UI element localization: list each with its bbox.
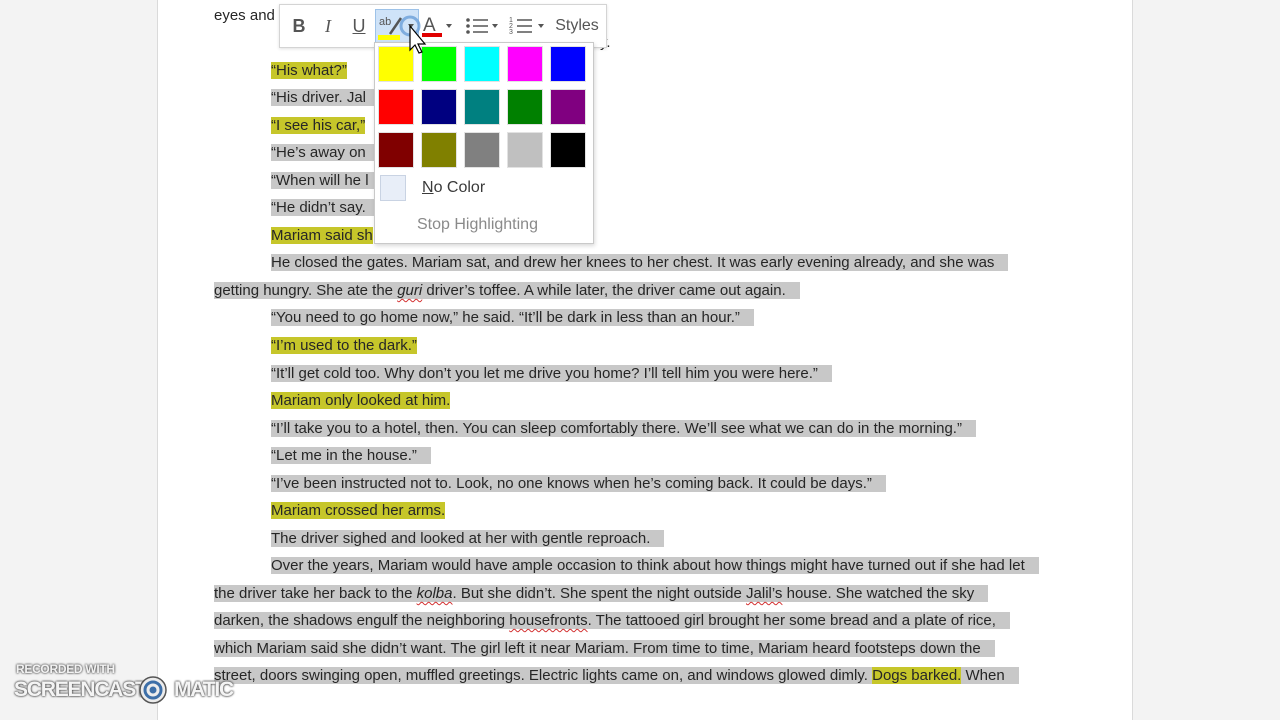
color-swatch[interactable] <box>421 89 457 125</box>
numbered-list-icon: 1 2 3 <box>509 17 544 36</box>
doc-line-1[interactable]: eyes and <box>214 4 275 28</box>
color-swatch[interactable] <box>550 46 586 82</box>
no-color-option[interactable]: No Color <box>377 173 591 203</box>
doc-text: eyes and <box>214 7 275 24</box>
doc-line-22[interactable]: darken, the shadows engulf the neighbori… <box>214 609 1010 633</box>
selected-text: The driver sighed and looked at her with… <box>271 530 665 547</box>
bullets-button[interactable] <box>464 13 500 39</box>
selected-text: which Mariam said she didn’t want. The g… <box>214 640 995 657</box>
selected-text: “When will he l <box>271 172 383 189</box>
doc-line-8[interactable]: Mariam said sh <box>271 224 373 248</box>
italic-button[interactable]: I <box>320 13 336 39</box>
selected-text: Over the years, Mariam would have ample … <box>271 557 1039 574</box>
doc-line-9[interactable]: He closed the gates. Mariam sat, and dre… <box>271 251 1009 275</box>
selected-text: the driver take her back to the kolba. B… <box>214 585 989 602</box>
selected-text: “I’ll take you to a hotel, then. You can… <box>271 420 976 437</box>
doc-line-17[interactable]: “I’ve been instructed not to. Look, no o… <box>271 472 886 496</box>
selected-text: getting hungry. She ate the guri driver’… <box>214 282 800 299</box>
bullet-list-icon <box>466 18 498 34</box>
stop-highlighting-label: Stop Highlighting <box>417 216 538 233</box>
doc-line-20[interactable]: Over the years, Mariam would have ample … <box>271 554 1039 578</box>
doc-line-21[interactable]: the driver take her back to the kolba. B… <box>214 582 989 606</box>
svg-text:3: 3 <box>509 29 513 36</box>
highlighted-text: Mariam only looked at him. <box>271 392 451 409</box>
watermark-text-left: SCREENCAST <box>14 678 148 701</box>
screencast-logo-icon <box>139 676 167 704</box>
highlighted-text: “His what?” <box>271 62 347 79</box>
color-swatch[interactable] <box>464 46 500 82</box>
selected-text: “It’ll get cold too. Why don’t you let m… <box>271 365 832 382</box>
doc-line-14[interactable]: Mariam only looked at him. <box>271 389 451 413</box>
doc-line-7[interactable]: “He didn’t say. <box>271 196 380 220</box>
selected-text: “He didn’t say. <box>271 199 380 216</box>
selected-text: “His driver. Jal <box>271 89 381 106</box>
doc-line-24[interactable]: street, doors swinging open, muffled gre… <box>214 664 1019 688</box>
doc-line-3[interactable]: “His driver. Jal <box>271 86 381 110</box>
doc-line-18[interactable]: Mariam crossed her arms. <box>271 499 446 523</box>
screencast-watermark: RECORDED WITH SCREENCAST MATIC <box>14 660 244 710</box>
doc-line-16[interactable]: “Let me in the house.” <box>271 444 431 468</box>
no-color-swatch <box>380 175 406 201</box>
highlighted-text: “I see his car,” <box>271 117 366 134</box>
doc-line-4[interactable]: “I see his car,” <box>271 114 366 138</box>
selected-text: “You need to go home now,” he said. “It’… <box>271 309 754 326</box>
doc-line-11[interactable]: “You need to go home now,” he said. “It’… <box>271 306 754 330</box>
doc-line-10[interactable]: getting hungry. She ate the guri driver’… <box>214 279 800 303</box>
underline-button[interactable]: U <box>350 13 368 39</box>
color-swatch[interactable] <box>550 132 586 168</box>
selected-text: “He’s away on <box>271 144 380 161</box>
color-swatch[interactable] <box>421 132 457 168</box>
selected-text: “I’ve been instructed not to. Look, no o… <box>271 475 886 492</box>
doc-line-6[interactable]: “When will he l <box>271 169 383 193</box>
bold-button[interactable]: B <box>290 13 308 39</box>
color-swatch[interactable] <box>507 46 543 82</box>
color-swatch[interactable] <box>464 89 500 125</box>
selected-text: darken, the shadows engulf the neighbori… <box>214 612 1010 629</box>
color-swatch[interactable] <box>378 89 414 125</box>
mouse-cursor-icon <box>399 15 427 54</box>
doc-line-13[interactable]: “It’ll get cold too. Why don’t you let m… <box>271 362 832 386</box>
selected-text: He closed the gates. Mariam sat, and dre… <box>271 254 1009 271</box>
highlight-color-palette: No Color Stop Highlighting <box>374 42 594 244</box>
selected-text: street, doors swinging open, muffled gre… <box>214 667 1019 684</box>
color-swatch[interactable] <box>464 132 500 168</box>
watermark-text-right: MATIC <box>174 678 234 701</box>
doc-line-12[interactable]: “I’m used to the dark.” <box>271 334 417 358</box>
highlighted-text: Mariam crossed her arms. <box>271 502 446 519</box>
color-swatch[interactable] <box>507 89 543 125</box>
doc-line-2[interactable]: “His what?” <box>271 59 347 83</box>
numbering-button[interactable]: 1 2 3 <box>508 13 548 39</box>
doc-line-15[interactable]: “I’ll take you to a hotel, then. You can… <box>271 417 976 441</box>
doc-line-5[interactable]: “He’s away on <box>271 141 380 165</box>
color-swatch[interactable] <box>378 132 414 168</box>
svg-text:ab: ab <box>379 16 391 28</box>
highlighted-text: “I’m used to the dark.” <box>271 337 417 354</box>
doc-line-23[interactable]: which Mariam said she didn’t want. The g… <box>214 637 995 661</box>
styles-button[interactable]: Styles <box>552 13 602 39</box>
color-swatch[interactable] <box>507 132 543 168</box>
watermark-small-text: RECORDED WITH <box>16 662 115 676</box>
left-page-margin <box>0 0 158 720</box>
stop-highlighting-option[interactable]: Stop Highlighting <box>377 211 591 239</box>
color-swatch[interactable] <box>550 89 586 125</box>
highlighted-text: Mariam said sh <box>271 227 373 244</box>
no-color-label: No Color <box>422 179 486 196</box>
doc-line-19[interactable]: The driver sighed and looked at her with… <box>271 527 665 551</box>
right-page-margin <box>1132 0 1280 720</box>
selected-text: “Let me in the house.” <box>271 447 431 464</box>
